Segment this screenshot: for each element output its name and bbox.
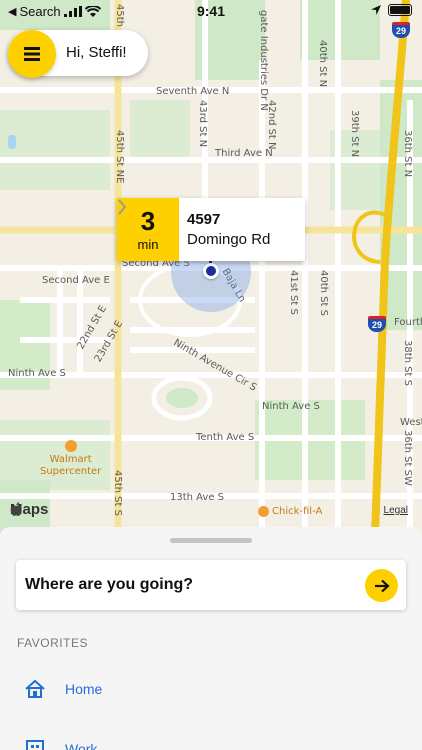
eta-address-number: 4597 xyxy=(187,211,221,228)
legal-link[interactable]: Legal xyxy=(384,505,408,516)
walmart-icon xyxy=(64,440,77,452)
map-label-40th-st-n: 40th St N xyxy=(317,40,328,88)
work-icon xyxy=(26,740,44,750)
eta-card[interactable]: 3 min 4597 Domingo Rd xyxy=(117,198,305,261)
map-label-36th-st-n: 36th St N xyxy=(402,130,413,178)
favorite-work-label: Work xyxy=(65,741,98,750)
favorite-work[interactable]: Work xyxy=(24,739,97,750)
eta-address-street: Domingo Rd xyxy=(187,231,271,248)
interstate-number: 29 xyxy=(395,26,406,36)
map-label-39th-st-n: 39th St N xyxy=(349,110,360,158)
restaurant-icon xyxy=(258,506,269,517)
greeting-text: Hi, Steffi! xyxy=(66,44,127,61)
map-label-second-ave-e: Second Ave E xyxy=(42,275,110,286)
walmart-label-2: Supercenter xyxy=(40,466,102,477)
location-services-icon xyxy=(371,5,381,15)
interstate-shield-top: 29 xyxy=(392,22,410,38)
status-bar: ◀ Search 9:41 xyxy=(0,0,422,22)
battery-icon xyxy=(388,4,412,16)
apple-logo-icon xyxy=(10,502,22,516)
favorite-home[interactable]: Home xyxy=(24,679,102,699)
home-icon xyxy=(25,679,45,698)
greeting-pill[interactable]: Hi, Steffi! xyxy=(8,30,148,78)
map-label-ninth-ave-s: Ninth Ave S xyxy=(262,401,320,412)
walmart-poi[interactable]: Walmart Supercenter xyxy=(40,440,101,478)
map-label-45th-st-ne: 45th St NE xyxy=(114,130,125,184)
chick-fil-a-label: Chick-fil-A xyxy=(272,506,323,517)
eta-address: 4597 Domingo Rd xyxy=(187,210,270,250)
map-label-45th-st-s: 45th St S xyxy=(112,470,123,516)
status-time: 9:41 xyxy=(196,3,226,19)
map-label-43rd-st-n: 43rd St N xyxy=(197,100,208,148)
map-view[interactable]: Seventh Ave N Third Ave N Second Ave S S… xyxy=(0,0,422,535)
eta-unit: min xyxy=(137,237,159,252)
favorite-home-label: Home xyxy=(65,681,103,697)
arrow-right-icon xyxy=(374,579,390,592)
chick-fil-a-poi[interactable]: Chick-fil-A xyxy=(258,506,322,517)
bottom-sheet[interactable]: Where are you going? FAVORITES Home Work xyxy=(0,527,422,750)
map-label-ninth-ave-s-west: Ninth Ave S xyxy=(8,368,66,379)
menu-button[interactable] xyxy=(8,30,56,78)
interstate-number: 29 xyxy=(371,320,382,330)
go-button[interactable] xyxy=(365,569,398,602)
map-label-fourth: Fourth xyxy=(394,317,422,328)
interstate-shield-bottom: 29 xyxy=(368,316,386,332)
map-label-13th-ave-s: 13th Ave S xyxy=(170,492,225,503)
map-label-west: West xyxy=(400,417,422,428)
map-label-36th-st-sw: 36th St SW xyxy=(402,430,413,486)
hamburger-menu-icon xyxy=(24,47,40,61)
apple-maps-attribution: Maps xyxy=(10,501,48,518)
map-label-third-ave: Third Ave N xyxy=(215,148,273,159)
destination-search[interactable]: Where are you going? xyxy=(16,560,406,610)
chevron-right-icon xyxy=(118,199,127,215)
current-location-dot[interactable] xyxy=(203,263,219,279)
map-label-seventh-ave: Seventh Ave N xyxy=(156,86,230,97)
map-label-gate-industries: gate Industries Dr N xyxy=(258,10,269,111)
destination-prompt: Where are you going? xyxy=(25,576,194,593)
map-label-40th-st-s: 40th St S xyxy=(318,270,329,316)
walmart-label-1: Walmart xyxy=(49,454,92,465)
favorites-header: FAVORITES xyxy=(17,636,88,650)
map-label-38th-st-s: 38th St S xyxy=(402,340,413,386)
map-label-41st-st-s: 41st St S xyxy=(288,270,299,315)
sheet-grabber[interactable] xyxy=(170,538,252,543)
map-label-tenth-ave-s: Tenth Ave S xyxy=(196,432,255,443)
